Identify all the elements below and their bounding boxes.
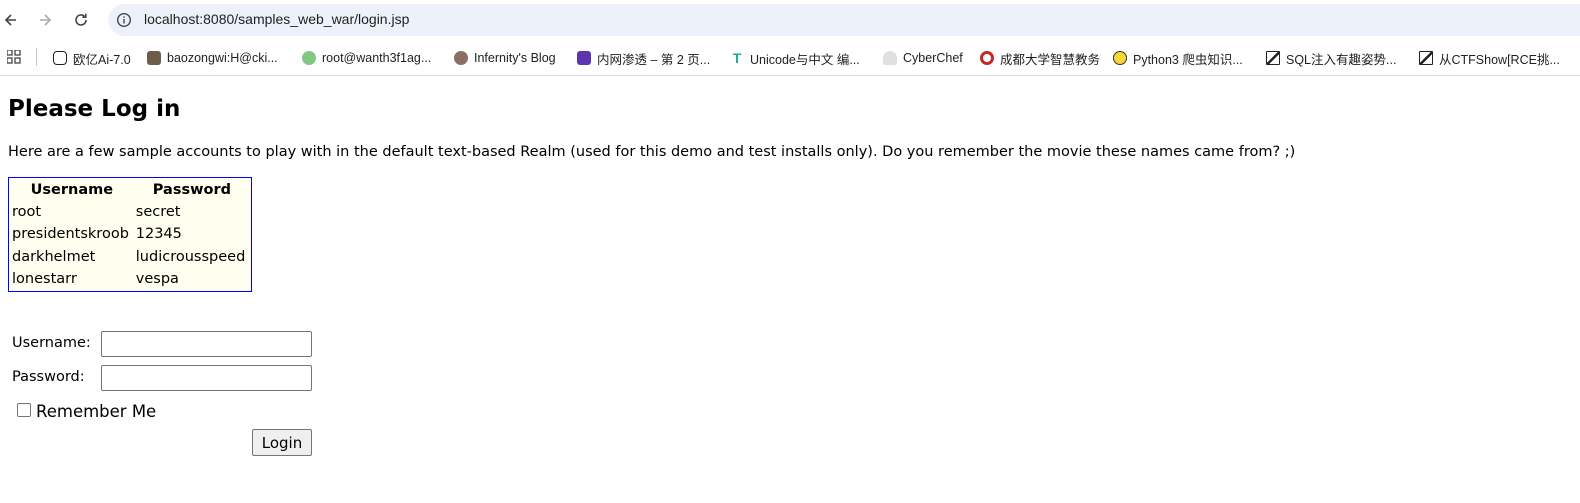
slash-icon [1266,51,1280,65]
bookmark-item[interactable]: baozongwi:H@cki... [147,49,278,67]
table-header-row: Username Password [11,180,249,200]
bookmark-label: Infernity's Blog [474,51,556,65]
site-info-icon[interactable] [116,12,132,28]
browser-toolbar: localhost:8080/samples_web_war/login.jsp [0,0,1580,40]
remember-me-checkbox[interactable] [17,403,31,417]
bookmark-label: 内网渗透 – 第 2 页... [597,52,711,67]
address-bar[interactable]: localhost:8080/samples_web_war/login.jsp [108,4,1580,36]
password-label: Password: [12,369,85,385]
password-cell: ludicrousspeed [135,248,246,265]
login-button[interactable]: Login [252,429,312,456]
plant-icon [302,51,316,65]
sample-accounts-table: Username Password root secret presidents… [8,177,252,292]
column-header-password: Password [152,182,231,198]
bot-icon [53,51,67,65]
bookmark-label: 成都大学智慧教务 [1000,52,1101,67]
bookmark-label: 从CTFShow[RCE挑... [1439,52,1560,67]
column-header-username: Username [30,182,114,198]
bookmark-item[interactable]: 内网渗透 – 第 2 页... [577,49,710,67]
username-label: Username: [12,335,91,351]
t-icon: T [732,50,742,66]
school-icon [980,51,994,65]
slash-icon [1419,51,1433,65]
bookmark-item[interactable]: CyberChef [883,49,963,67]
password-input[interactable] [101,365,312,391]
bookmark-item[interactable]: 成都大学智慧教务 [980,49,1100,67]
game-icon [577,51,591,65]
table-row: darkhelmet ludicrousspeed [11,247,249,267]
bookmark-item[interactable]: 欧亿Ai-7.0 [53,49,131,67]
bookmark-item[interactable]: root@wanth3f1ag... [302,49,431,67]
page-title: Please Log in [8,96,181,122]
biohazard-icon [1113,51,1127,65]
password-cell: 12345 [135,226,182,243]
remember-me-label[interactable]: Remember Me [36,402,156,421]
bookmark-item[interactable]: SQL注入有趣姿势... [1266,49,1396,67]
bookmark-label: Unicode与中文 编... [750,52,860,67]
avatar-icon [147,51,161,65]
password-cell: vespa [135,270,179,287]
bookmark-label: 欧亿Ai-7.0 [73,52,131,67]
table-row: lonestarr vespa [11,269,249,289]
avatar-icon [454,51,468,65]
username-cell: root [12,204,42,221]
bookmark-item[interactable]: T Unicode与中文 编... [730,49,860,67]
password-cell: secret [135,204,181,221]
bookmark-label: SQL注入有趣姿势... [1286,52,1397,67]
bookmark-item[interactable]: Infernity's Blog [454,49,556,67]
url-text[interactable]: localhost:8080/samples_web_war/login.jsp [144,11,409,27]
username-cell: darkhelmet [12,248,96,265]
bookmark-separator [36,48,37,66]
forward-arrow-icon[interactable] [34,9,56,31]
bookmark-label: Python3 爬虫知识... [1133,52,1243,67]
apps-grid-icon[interactable] [7,50,21,64]
table-row: presidentskroob 12345 [11,224,249,244]
bookmark-label: CyberChef [903,51,963,65]
reload-icon[interactable] [70,9,92,31]
intro-text: Here are a few sample accounts to play w… [8,144,1296,160]
username-cell: presidentskroob [12,226,129,243]
username-input[interactable] [101,331,312,357]
table-row: root secret [11,202,249,222]
bookmark-label: baozongwi:H@cki... [167,51,278,65]
bookmark-item[interactable]: 从CTFShow[RCE挑... [1419,49,1560,67]
username-cell: lonestarr [12,270,77,287]
back-arrow-icon[interactable] [0,9,22,31]
chef-hat-icon [883,51,897,65]
bookmark-item[interactable]: Python3 爬虫知识... [1113,49,1243,67]
bookmarks-bar: 欧亿Ai-7.0 baozongwi:H@cki... root@wanth3f… [0,40,1580,76]
bookmark-label: root@wanth3f1ag... [322,51,432,65]
